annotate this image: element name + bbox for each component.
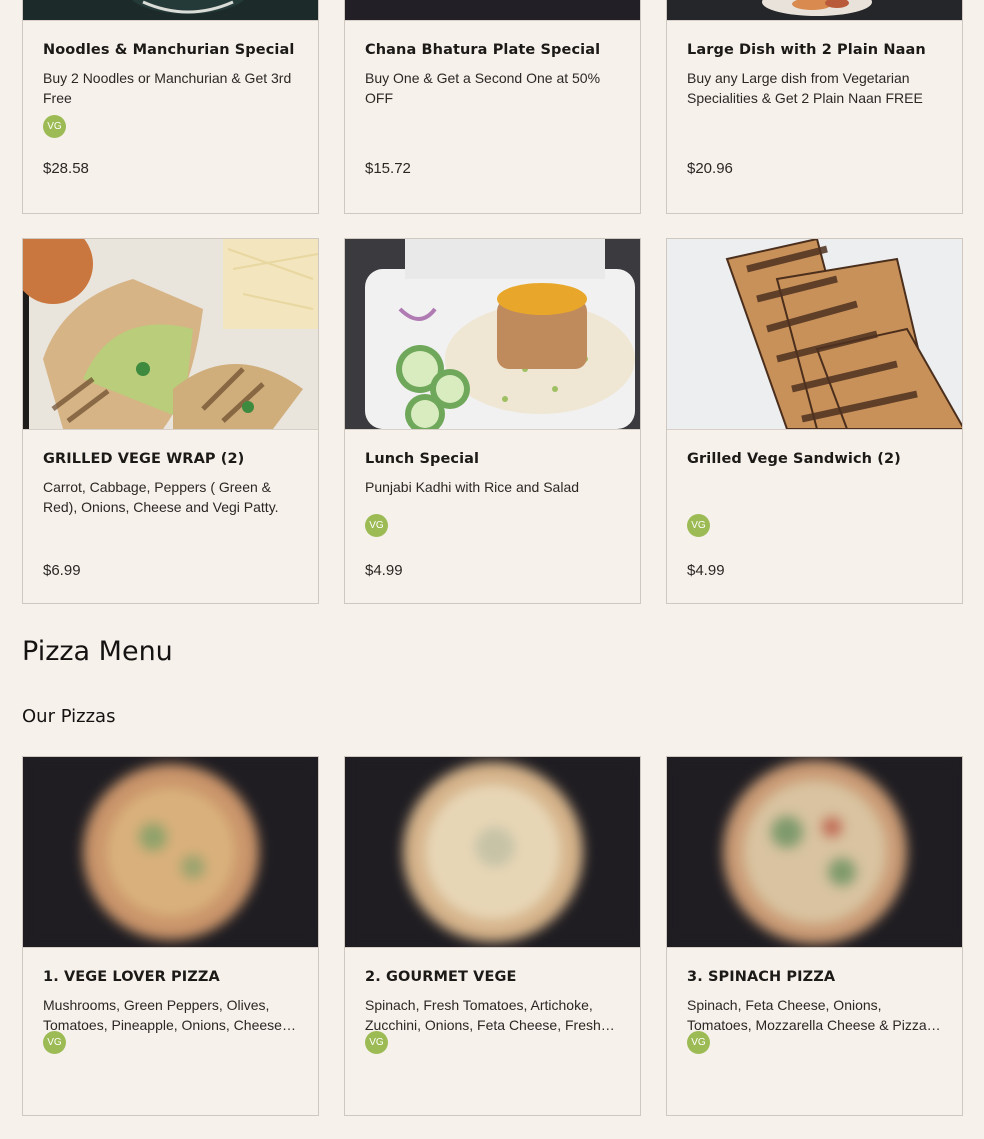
vegan-badge: VG (43, 115, 66, 138)
menu-item-name: GRILLED VEGE WRAP (2) (43, 451, 245, 467)
menu-item-image (23, 0, 318, 21)
menu-item-description: Mushrooms, Green Peppers, Olives, Tomato… (43, 997, 296, 1033)
menu-item-name: 2. GOURMET VEGE (365, 969, 517, 985)
menu-item-card[interactable]: 3. SPINACH PIZZA Spinach, Feta Cheese, O… (666, 756, 963, 1116)
menu-item-body: Grilled Vege Sandwich (2) VG $4.99 (667, 430, 962, 625)
menu-item-description: Punjabi Kadhi with Rice and Salad (365, 479, 580, 495)
vegan-badge: VG (43, 1031, 66, 1054)
menu-item-card[interactable]: Noodles & Manchurian Special Buy 2 Noodl… (22, 0, 319, 214)
menu-item-body: Chana Bhatura Plate Special Buy One & Ge… (345, 21, 640, 236)
menu-item-price: $28.58 (43, 160, 89, 177)
vegan-badge: VG (687, 514, 710, 537)
menu-item-card[interactable]: Large Dish with 2 Plain Naan Buy any Lar… (666, 0, 963, 214)
menu-item-description: Buy any Large dish from Vegetarian Speci… (687, 70, 923, 106)
menu-item-name: Chana Bhatura Plate Special (365, 42, 601, 58)
section-subtitle: Our Pizzas (22, 706, 116, 727)
menu-item-image (667, 239, 962, 430)
menu-item-image (667, 0, 962, 21)
menu-item-description: Carrot, Cabbage, Peppers ( Green & Red),… (43, 479, 279, 515)
vegan-badge: VG (365, 514, 388, 537)
menu-item-name: Noodles & Manchurian Special (43, 42, 295, 58)
menu-item-card[interactable]: 2. GOURMET VEGE Spinach, Fresh Tomatoes,… (344, 756, 641, 1116)
menu-item-image (23, 757, 318, 948)
menu-item-image (667, 757, 962, 948)
menu-item-card[interactable]: Chana Bhatura Plate Special Buy One & Ge… (344, 0, 641, 214)
menu-item-description: Spinach, Feta Cheese, Onions, Tomatoes, … (687, 997, 927, 1033)
menu-item-name: Lunch Special (365, 451, 480, 467)
menu-item-body: 1. VEGE LOVER PIZZA Mushrooms, Green Pep… (23, 948, 318, 1139)
specials-row-1: Noodles & Manchurian Special Buy 2 Noodl… (22, 0, 963, 214)
menu-item-description: Buy 2 Noodles or Manchurian & Get 3rd Fr… (43, 70, 292, 106)
menu-item-body: Noodles & Manchurian Special Buy 2 Noodl… (23, 21, 318, 236)
menu-item-card[interactable]: GRILLED VEGE WRAP (2) Carrot, Cabbage, P… (22, 238, 319, 604)
menu-item-price: $4.99 (365, 562, 403, 579)
vegan-badge: VG (365, 1031, 388, 1054)
specials-row-2: GRILLED VEGE WRAP (2) Carrot, Cabbage, P… (22, 238, 963, 604)
menu-item-price: $15.72 (365, 160, 411, 177)
menu-item-body: 3. SPINACH PIZZA Spinach, Feta Cheese, O… (667, 948, 962, 1139)
pizza-row: 1. VEGE LOVER PIZZA Mushrooms, Green Pep… (22, 756, 963, 1116)
menu-item-price: $4.99 (687, 562, 725, 579)
menu-item-card[interactable]: Lunch Special Punjabi Kadhi with Rice an… (344, 238, 641, 604)
section-title: Pizza Menu (22, 636, 173, 667)
menu-item-image (345, 0, 640, 21)
menu-item-price: $20.96 (687, 160, 733, 177)
menu-item-body: Lunch Special Punjabi Kadhi with Rice an… (345, 430, 640, 625)
menu-item-description: Buy One & Get a Second One at 50% OFF (365, 70, 601, 106)
menu-item-name: Large Dish with 2 Plain Naan (687, 42, 926, 58)
menu-item-body: GRILLED VEGE WRAP (2) Carrot, Cabbage, P… (23, 430, 318, 625)
vegan-badge: VG (687, 1031, 710, 1054)
menu-item-image (23, 239, 318, 430)
menu-item-name: 3. SPINACH PIZZA (687, 969, 836, 985)
menu-item-body: Large Dish with 2 Plain Naan Buy any Lar… (667, 21, 962, 236)
menu-item-image (345, 239, 640, 430)
menu-item-card[interactable]: Grilled Vege Sandwich (2) VG $4.99 (666, 238, 963, 604)
menu-item-name: Grilled Vege Sandwich (2) (687, 451, 901, 467)
menu-item-card[interactable]: 1. VEGE LOVER PIZZA Mushrooms, Green Pep… (22, 756, 319, 1116)
menu-item-description: Spinach, Fresh Tomatoes, Artichoke, Zucc… (365, 997, 601, 1033)
menu-item-body: 2. GOURMET VEGE Spinach, Fresh Tomatoes,… (345, 948, 640, 1139)
menu-item-name: 1. VEGE LOVER PIZZA (43, 969, 220, 985)
menu-item-image (345, 757, 640, 948)
menu-item-price: $6.99 (43, 562, 81, 579)
